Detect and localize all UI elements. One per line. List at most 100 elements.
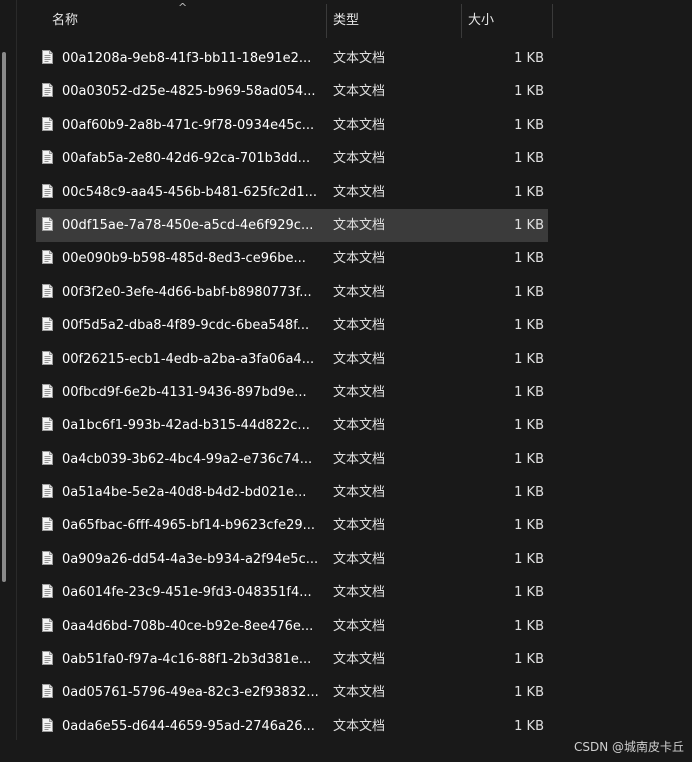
file-row[interactable]: 0ada6e55-d644-4659-95ad-2746a26... 文本文档 1 … — [36, 710, 548, 743]
file-type: 文本文档 — [333, 184, 386, 200]
file-row[interactable]: 00e090b9-b598-485d-8ed3-ce96be... 文本文档 1 K… — [36, 242, 548, 275]
file-name: 00df15ae-7a78-450e-a5cd-4e6f929c... — [62, 217, 314, 233]
file-size: 1 KB — [514, 685, 544, 701]
column-separator[interactable] — [461, 4, 462, 38]
file-type: 文本文档 — [333, 151, 386, 167]
file-size: 1 KB — [514, 84, 544, 100]
file-row[interactable]: 00df15ae-7a78-450e-a5cd-4e6f929c... 文本文档 1… — [36, 208, 548, 243]
text-document-icon — [42, 183, 53, 198]
file-type: 文本文档 — [333, 284, 386, 300]
file-type: 文本文档 — [333, 418, 386, 434]
navigation-pane-scrollbar[interactable] — [2, 52, 6, 582]
file-type: 文本文档 — [333, 451, 386, 467]
text-document-icon — [42, 50, 53, 64]
file-row[interactable]: 00f26215-ecb1-4edb-a2ba-a3fa06a4... 文本文档 1… — [36, 343, 548, 376]
file-type: 文本文档 — [333, 518, 386, 534]
file-size: 1 KB — [514, 251, 544, 267]
file-name: 0a6014fe-23c9-451e-9fd3-048351f4... — [62, 585, 312, 601]
file-type: 文本文档 — [333, 318, 386, 334]
file-size: 1 KB — [514, 718, 544, 734]
text-document-icon — [42, 550, 53, 565]
watermark-text: CSDN @城南皮卡丘 — [573, 740, 684, 754]
file-row[interactable]: 0ad05761-5796-49ea-82c3-e2f93832... 文本文档 1… — [36, 676, 548, 709]
file-row[interactable]: 00f5d5a2-dba8-4f89-9cdc-6bea548f... 文本文档 1… — [36, 309, 548, 342]
text-document-icon — [42, 651, 53, 666]
file-row[interactable]: 00f3f2e0-3efe-4d66-babf-b8980773f... 文本文档… — [36, 276, 548, 309]
file-type: 文本文档 — [333, 251, 386, 267]
file-row[interactable]: 00a1208a-9eb8-41f3-bb11-18e91e2... 文本文档 1 … — [36, 42, 548, 75]
file-row[interactable]: 0a6014fe-23c9-451e-9fd3-048351f4... 文本文档 1… — [36, 576, 548, 609]
file-type: 文本文档 — [333, 351, 386, 367]
file-size: 1 KB — [514, 217, 544, 233]
file-size: 1 KB — [514, 652, 544, 668]
file-row[interactable]: 0aa4d6bd-708b-40ce-b92e-8ee476e... 文本文档 1 … — [36, 610, 548, 643]
file-name: 00af60b9-2a8b-471c-9f78-0934e45c... — [62, 117, 315, 133]
file-row[interactable]: 0a65fbac-6fff-4965-bf14-b9623cfe29... 文本文… — [36, 509, 548, 542]
file-size: 1 KB — [514, 151, 544, 167]
file-type: 文本文档 — [333, 117, 386, 133]
file-name: 00f5d5a2-dba8-4f89-9cdc-6bea548f... — [62, 318, 310, 334]
file-size: 1 KB — [514, 551, 544, 567]
file-name: 0a51a4be-5e2a-40d8-b4d2-bd021e... — [62, 485, 307, 501]
file-size: 1 KB — [514, 284, 544, 300]
file-size: 1 KB — [514, 585, 544, 601]
file-row[interactable]: 0a909a26-dd54-4a3e-b934-a2f94e5c... 文本文档 1… — [36, 543, 548, 576]
file-row[interactable]: 0ab51fa0-f97a-4c16-88f1-2b3d381e... 文本文档 1… — [36, 643, 548, 676]
text-document-icon — [42, 684, 53, 699]
text-document-icon — [42, 150, 53, 165]
file-type: 文本文档 — [333, 718, 386, 734]
file-row[interactable]: 00a03052-d25e-4825-b969-58ad054... 文本文档 1 … — [36, 75, 548, 108]
file-row[interactable]: 00fbcd9f-6e2b-4131-9436-897bd9e... 文本文档 1 … — [36, 376, 548, 409]
file-type: 文本文档 — [333, 384, 386, 400]
column-header-type[interactable]: 类型 — [333, 0, 453, 38]
text-document-icon — [42, 417, 53, 432]
file-size: 1 KB — [514, 318, 544, 334]
file-size: 1 KB — [514, 351, 544, 367]
file-size: 1 KB — [514, 418, 544, 434]
text-document-icon — [42, 383, 53, 398]
file-name: 00e090b9-b598-485d-8ed3-ce96be... — [62, 251, 306, 267]
file-type: 文本文档 — [333, 84, 386, 100]
file-name: 00fbcd9f-6e2b-4131-9436-897bd9e... — [62, 384, 307, 400]
file-size: 1 KB — [514, 117, 544, 133]
text-document-icon — [42, 283, 53, 298]
file-name: 00f3f2e0-3efe-4d66-babf-b8980773f... — [62, 284, 312, 300]
text-document-icon — [42, 717, 53, 732]
text-document-icon — [42, 617, 53, 632]
text-document-icon — [42, 517, 53, 532]
text-document-icon — [42, 484, 53, 499]
column-header-bar: ^ 名称 类型 大小 — [18, 0, 692, 38]
column-header-name[interactable]: 名称 — [52, 0, 326, 38]
column-separator[interactable] — [552, 4, 553, 38]
text-document-icon — [42, 350, 53, 365]
file-row[interactable]: 00afab5a-2e80-42d6-92ca-701b3dd... 文本文档 1 … — [36, 142, 548, 175]
text-document-icon — [42, 584, 53, 599]
file-type: 文本文档 — [333, 551, 386, 567]
text-document-icon — [42, 216, 53, 231]
pane-divider[interactable] — [16, 0, 17, 740]
file-row[interactable]: 0a4cb039-3b62-4bc4-99a2-e736c74... 文本文档 1 … — [36, 443, 548, 476]
column-header-size[interactable]: 大小 — [468, 0, 548, 38]
file-explorer-window: ^ 名称 类型 大小 00a1208a-9eb8-41f3-bb11-18e91… — [0, 0, 692, 762]
file-size: 1 KB — [514, 51, 544, 66]
file-row[interactable]: 00af60b9-2a8b-471c-9f78-0934e45c... 文本文档 1… — [36, 109, 548, 142]
file-type: 文本文档 — [333, 652, 386, 668]
file-name: 00afab5a-2e80-42d6-92ca-701b3dd... — [62, 151, 311, 167]
file-size: 1 KB — [514, 518, 544, 534]
file-name: 0a65fbac-6fff-4965-bf14-b9623cfe29... — [62, 518, 316, 534]
file-type: 文本文档 — [333, 585, 386, 601]
file-list: 00a1208a-9eb8-41f3-bb11-18e91e2... 文本文档 1 … — [36, 42, 549, 743]
file-row[interactable]: 0a1bc6f1-993b-42ad-b315-44d822c... 文本文档 1 … — [36, 409, 548, 442]
file-row[interactable]: 00c548c9-aa45-456b-b481-625fc2d1... 文本文档 1… — [36, 176, 548, 209]
file-type: 文本文档 — [333, 217, 386, 233]
file-size: 1 KB — [514, 451, 544, 467]
text-document-icon — [42, 83, 53, 98]
file-row[interactable]: 0a51a4be-5e2a-40d8-b4d2-bd021e... 文本文档 1 K… — [36, 476, 548, 509]
text-document-icon — [42, 450, 53, 465]
file-name: 0a4cb039-3b62-4bc4-99a2-e736c74... — [62, 451, 313, 467]
column-separator[interactable] — [326, 4, 327, 38]
file-type: 文本文档 — [333, 51, 386, 66]
file-name: 00f26215-ecb1-4edb-a2ba-a3fa06a4... — [62, 351, 315, 367]
file-name: 0ad05761-5796-49ea-82c3-e2f93832... — [62, 685, 319, 701]
file-name: 0a1bc6f1-993b-42ad-b315-44d822c... — [62, 418, 310, 434]
